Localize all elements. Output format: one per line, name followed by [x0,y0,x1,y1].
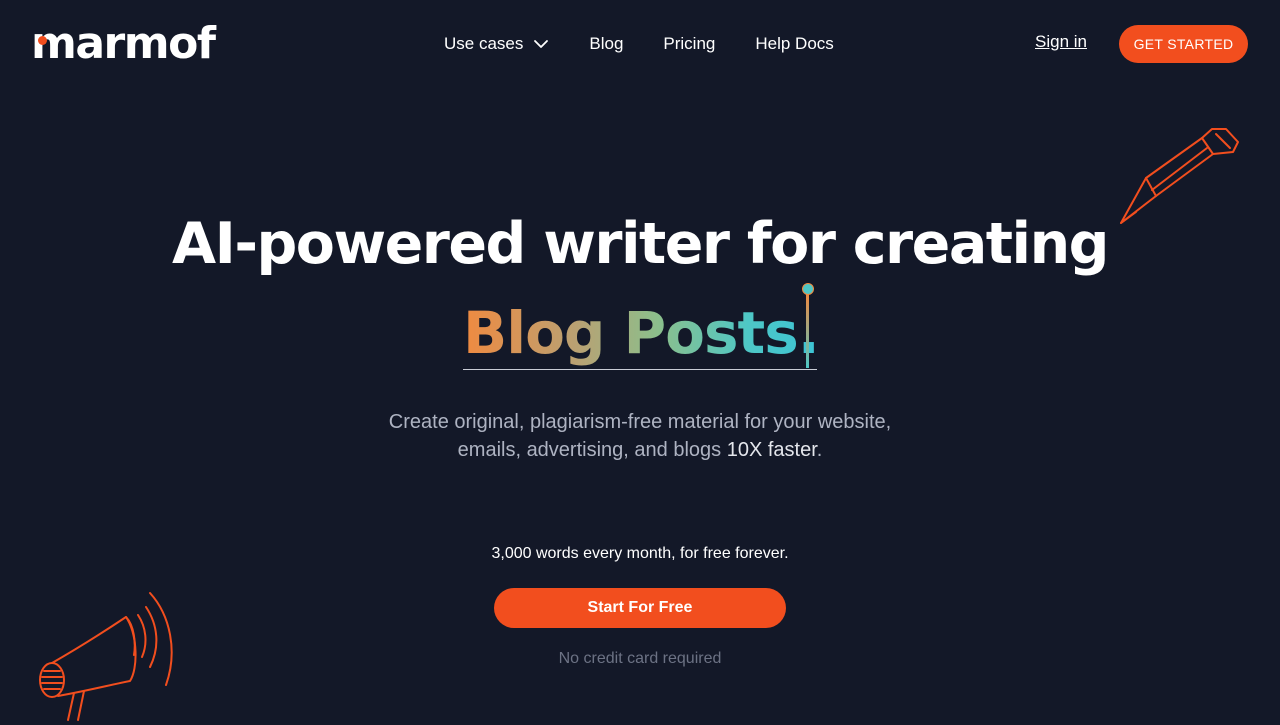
nav-pricing-label: Pricing [663,34,716,53]
subtitle-end: . [816,439,823,461]
nav-use-cases-label: Use cases [444,34,524,53]
logo[interactable]: marmof [31,18,216,70]
hero-headline: AI-powered writer for creating [172,211,1109,277]
no-credit-card-note: No credit card required [558,650,722,667]
main-nav: Use cases Blog Pricing Help Docs [444,32,834,56]
nav-help-docs[interactable]: Help Docs [755,34,833,54]
subtitle-line-2: emails, advertising, and blogs [457,439,727,461]
typing-cursor [806,294,809,368]
typed-text: Blog Posts. [463,299,820,367]
nav-blog-label: Blog [589,34,624,53]
subtitle-highlight: 10X faster [726,439,817,461]
get-started-button[interactable]: GET STARTED [1119,25,1248,63]
start-for-free-button[interactable]: Start For Free [494,588,786,628]
sign-in-link[interactable]: Sign in [1035,32,1087,52]
chevron-down-icon [534,40,549,48]
nav-pricing[interactable]: Pricing [663,34,715,54]
subtitle-line-1: Create original, plagiarism-free materia… [388,411,892,433]
typing-cursor-dot [802,283,814,295]
nav-help-docs-label: Help Docs [755,34,834,53]
nav-blog[interactable]: Blog [589,34,623,54]
free-offer-text: 3,000 words every month, for free foreve… [491,545,789,562]
typed-text-container: Blog Posts. [463,298,820,370]
hero-subtitle: Create original, plagiarism-free materia… [0,408,1280,464]
nav-use-cases[interactable]: Use cases [444,34,549,54]
logo-dot [38,36,47,45]
